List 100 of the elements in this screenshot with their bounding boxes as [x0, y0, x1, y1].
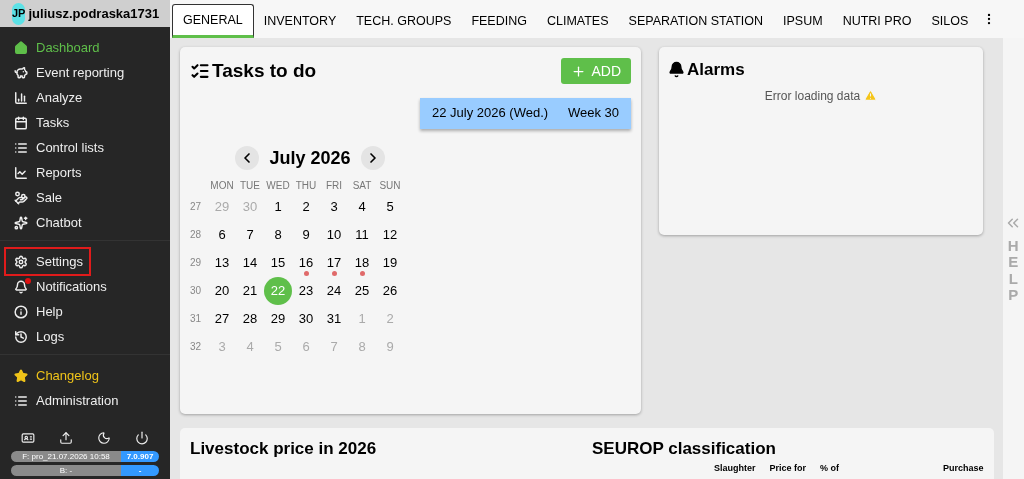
weekday-label: FRI: [324, 178, 344, 193]
nav-item[interactable]: Tasks: [6, 110, 164, 135]
calendar-day[interactable]: 27: [208, 304, 236, 333]
calendar-day[interactable]: 17: [320, 248, 348, 277]
weekday-label: THU: [294, 178, 318, 193]
calendar-day[interactable]: 26: [376, 276, 404, 305]
tab[interactable]: NUTRI PRO: [832, 4, 922, 38]
info-icon: [14, 304, 28, 319]
nav-item[interactable]: Administration: [6, 388, 164, 413]
month-title: July 2026: [269, 146, 351, 170]
calendar-day[interactable]: 15: [264, 248, 292, 277]
calendar-day[interactable]: 19: [376, 248, 404, 277]
nav-item[interactable]: Control lists: [6, 135, 164, 160]
nav-item[interactable]: Dashboard: [6, 35, 164, 60]
weekday-label: TUE: [239, 178, 261, 193]
calendar-day[interactable]: 11: [348, 220, 376, 249]
plus-icon: [571, 63, 587, 79]
error-message: Error loading data: [764, 87, 861, 105]
tab[interactable]: FEEDING: [461, 4, 537, 38]
money-bag-icon: [14, 190, 28, 205]
id-card-icon[interactable]: [21, 431, 35, 445]
calendar-icon: [14, 115, 28, 130]
version-badge: 7.0.907: [121, 451, 159, 462]
calendar-day[interactable]: 1: [264, 192, 292, 221]
week-number-label: 29: [190, 256, 203, 270]
nav-item[interactable]: Event reporting: [6, 60, 164, 85]
tab[interactable]: SEPARATION STATION: [618, 4, 774, 38]
home-icon: [14, 40, 28, 55]
tab[interactable]: IPSUM: [773, 4, 833, 38]
moon-icon[interactable]: [97, 431, 111, 445]
calendar-day[interactable]: 9: [292, 220, 320, 249]
bar-chart-icon: [14, 90, 28, 105]
calendar-day[interactable]: 4: [348, 192, 376, 221]
user-name: juliusz.podraska1731: [28, 4, 160, 23]
nav-item[interactable]: Analyze: [6, 85, 164, 110]
column-header: Purchase: [943, 461, 984, 475]
week-number-label: 32: [190, 340, 203, 354]
weekday-label: SUN: [378, 178, 402, 193]
version-label: B: -: [11, 465, 121, 476]
nav-item[interactable]: Reports: [6, 160, 164, 185]
calendar-day[interactable]: 14: [236, 248, 264, 277]
card-title: SEUROP classification: [592, 438, 777, 460]
calendar-day[interactable]: 25: [348, 276, 376, 305]
weekday-label: SAT: [351, 178, 373, 193]
nav-item[interactable]: Changelog: [6, 363, 164, 388]
calendar-day[interactable]: 7: [236, 220, 264, 249]
nav-item[interactable]: Help: [6, 299, 164, 324]
column-header: % of: [820, 461, 840, 475]
tab[interactable]: GENERAL: [172, 4, 254, 38]
week-number-label: 27: [190, 200, 203, 214]
warning-icon: [864, 89, 878, 102]
tab[interactable]: SILOS: [921, 4, 979, 38]
nav-item[interactable]: Chatbot: [6, 210, 164, 235]
calendar-day[interactable]: 24: [320, 276, 348, 305]
week-number-label: 31: [190, 312, 203, 326]
card-title: Tasks to do: [212, 59, 317, 83]
calendar-day[interactable]: 6: [208, 220, 236, 249]
calendar-day[interactable]: 28: [236, 304, 264, 333]
calendar-day[interactable]: 16: [292, 248, 320, 277]
calendar-day[interactable]: 10: [320, 220, 348, 249]
nav-item[interactable]: Settings: [6, 249, 89, 274]
calendar-day[interactable]: 8: [264, 220, 292, 249]
nav-item[interactable]: Sale: [6, 185, 164, 210]
weekday-label: WED: [265, 178, 291, 193]
calendar-day[interactable]: 20: [208, 276, 236, 305]
list-icon: [14, 393, 28, 408]
user-avatar: JP: [12, 2, 26, 25]
column-header: Price for: [769, 461, 807, 475]
list-icon: [14, 140, 28, 155]
power-icon[interactable]: [135, 431, 149, 445]
weekday-label: MON: [209, 178, 235, 193]
version-label: F: pro_21.07.2026 10:58: [11, 451, 121, 462]
calendar-day[interactable]: 18: [348, 248, 376, 277]
week-number: Week 30: [567, 104, 619, 123]
piggy-bank-icon: [14, 65, 28, 80]
calendar-day[interactable]: 13: [208, 248, 236, 277]
week-number-label: 28: [190, 228, 203, 242]
calendar-day[interactable]: 5: [376, 192, 404, 221]
calendar-day[interactable]: 3: [320, 192, 348, 221]
bell-icon: [668, 61, 685, 79]
previous-month-button[interactable]: [235, 146, 260, 170]
calendar-day[interactable]: 23: [292, 276, 320, 305]
calendar-day[interactable]: 30: [292, 304, 320, 333]
settings-icon: [14, 254, 28, 269]
tab[interactable]: CLIMATES: [536, 4, 619, 38]
upload-icon[interactable]: [59, 431, 73, 445]
tab[interactable]: INVENTORY: [253, 4, 347, 38]
nav-item[interactable]: Notifications: [6, 274, 164, 299]
calendar-day[interactable]: 21: [236, 276, 264, 305]
nav-item[interactable]: Logs: [6, 324, 164, 349]
tab[interactable]: TECH. GROUPS: [346, 4, 462, 38]
week-number-label: 30: [190, 284, 203, 298]
next-month-button[interactable]: [360, 146, 385, 170]
calendar-day[interactable]: 2: [292, 192, 320, 221]
calendar-day[interactable]: 12: [376, 220, 404, 249]
selected-date: 22 July 2026 (Wed.): [432, 104, 549, 123]
calendar-day[interactable]: 31: [320, 304, 348, 333]
bell-icon: [14, 279, 28, 294]
calendar-day[interactable]: 29: [264, 304, 292, 333]
version-badge: -: [121, 465, 159, 476]
